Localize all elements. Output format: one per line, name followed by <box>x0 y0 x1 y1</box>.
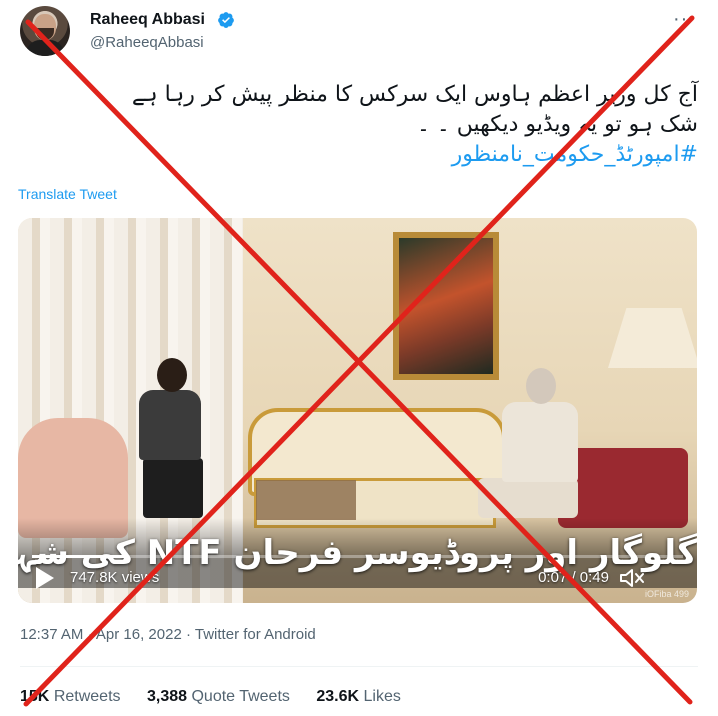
video-scene-painting <box>393 232 499 380</box>
quote-tweets-stat[interactable]: 3,388 Quote Tweets <box>147 688 290 705</box>
video-views: 747.8K views <box>70 569 160 586</box>
tweet-line-1: آج کل وزیر اعظم ہاوس ایک سرکس کا منظر پی… <box>131 82 698 107</box>
tweet-date[interactable]: Apr 16, 2022 <box>96 626 182 643</box>
tweet-metadata: 12:37 AM · Apr 16, 2022 · Twitter for An… <box>20 626 316 643</box>
tweet-source[interactable]: Twitter for Android <box>195 626 316 643</box>
verified-badge-icon <box>218 12 234 28</box>
tweet-stats: 15K Retweets 3,388 Quote Tweets 23.6K Li… <box>20 688 423 706</box>
video-scene-person-left <box>133 358 208 523</box>
video-scene-lamp <box>608 308 697 368</box>
meta-separator: · <box>87 626 93 643</box>
tweet-line-2: شک ہو تو یہ ویڈیو دیکھیں ۔ ۔ <box>417 112 698 137</box>
quote-tweets-count: 3,388 <box>146 688 188 705</box>
video-progress-bar[interactable] <box>32 555 683 558</box>
translate-tweet-link[interactable]: Translate Tweet <box>18 186 117 202</box>
video-player[interactable]: گلوگار اور پروڈیوسر فرحان NTF کی شہباز ش… <box>18 218 697 603</box>
video-progress-fill <box>32 555 126 558</box>
avatar[interactable] <box>20 6 70 56</box>
likes-count: 23.6K <box>316 688 360 705</box>
author-name[interactable]: Raheeq Abbasi <box>90 11 205 29</box>
more-options-icon[interactable]: ··· <box>673 8 696 31</box>
play-icon[interactable] <box>36 567 54 589</box>
video-controls: 747.8K views 0:07 / 0:49 iOFiba 499 <box>18 553 697 603</box>
meta-separator: · <box>185 626 191 643</box>
likes-stat[interactable]: 23.6K Likes <box>316 688 401 705</box>
tweet-text: آج کل وزیر اعظم ہاوس ایک سرکس کا منظر پی… <box>20 80 698 170</box>
video-scene-table <box>256 480 356 520</box>
video-scene-person-right <box>478 368 588 533</box>
retweets-count: 15K <box>20 688 50 705</box>
video-watermark: iOFiba 499 <box>644 589 689 599</box>
quote-tweets-label: Quote Tweets <box>191 688 290 705</box>
hashtag-link[interactable]: #امپورٹڈ_حکومت_نامنظور <box>20 140 698 170</box>
video-time: 0:07 / 0:49 <box>538 569 609 586</box>
tweet-header: Raheeq Abbasi @RaheeqAbbasi ··· <box>20 6 700 62</box>
mute-icon[interactable] <box>619 567 645 589</box>
author-handle[interactable]: @RaheeqAbbasi <box>90 34 204 51</box>
retweets-stat[interactable]: 15K Retweets <box>20 688 121 705</box>
tweet-time[interactable]: 12:37 AM <box>20 626 83 643</box>
divider <box>20 666 698 667</box>
retweets-label: Retweets <box>53 688 121 705</box>
likes-label: Likes <box>363 688 401 705</box>
